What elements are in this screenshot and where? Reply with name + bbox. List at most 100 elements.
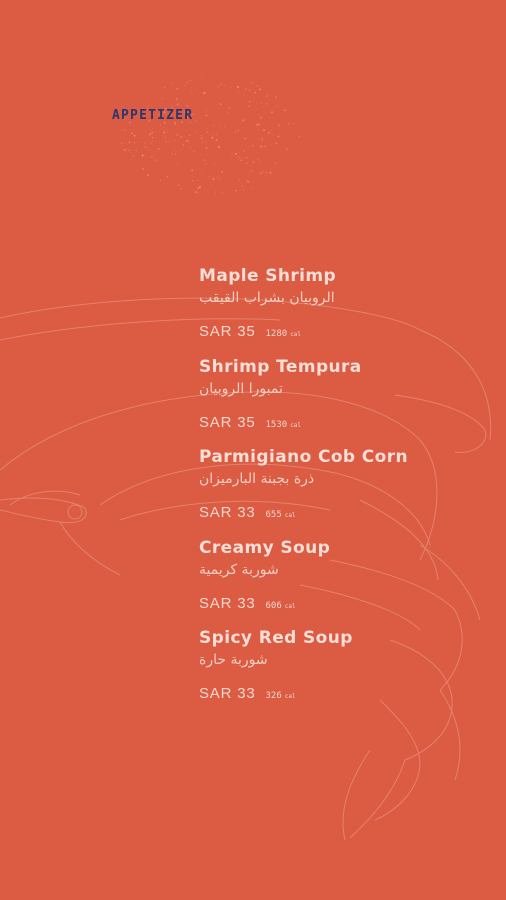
sparkle-dot (278, 124, 281, 127)
sparkle-dot (152, 139, 154, 141)
sparkle-dot (241, 185, 244, 187)
sparkle-dot (236, 85, 240, 88)
item-name-arabic: شوربة كريمية (199, 561, 279, 578)
sparkle-dot (125, 148, 127, 151)
sparkle-dot (284, 160, 286, 162)
sparkle-dot (252, 161, 255, 164)
menu-list: Maple Shrimp الروبيان بشراب القيقب SAR 3… (199, 265, 499, 718)
category-title: APPETIZER (112, 108, 194, 123)
sparkle-dot (149, 149, 151, 151)
sparkle-dot (256, 108, 258, 110)
sparkle-dot (234, 152, 237, 155)
sparkle-dot (194, 87, 196, 89)
item-price-row: SAR 35 1530 cal (199, 411, 499, 437)
sparkle-dot (219, 103, 222, 105)
sparkle-dot (135, 149, 137, 152)
sparkle-dot (259, 116, 262, 119)
item-price: SAR 35 (199, 323, 256, 340)
sparkle-dot (176, 133, 179, 136)
sparkle-dot (213, 163, 215, 166)
sparkle-dot (272, 123, 273, 125)
sparkle-dot (163, 127, 165, 129)
sparkle-dot (159, 124, 162, 126)
sparkle-dot (231, 154, 233, 156)
sparkle-dot (271, 111, 274, 114)
sparkle-dot (142, 167, 144, 170)
menu-item[interactable]: Spicy Red Soup شوربة حارة SAR 33 326 cal (199, 627, 499, 718)
sparkle-dot (256, 84, 258, 87)
sparkle-dot (191, 86, 193, 88)
sparkle-dot (248, 105, 250, 108)
sparkle-dot (128, 149, 130, 152)
sparkle-dot (159, 179, 162, 182)
sparkle-dot (285, 148, 288, 151)
sparkle-dot (200, 169, 202, 171)
sparkle-dot (163, 87, 165, 89)
sparkle-dot (249, 111, 251, 113)
menu-item[interactable]: Shrimp Tempura تمبورا الروبيان SAR 35 153… (199, 356, 499, 447)
menu-item[interactable]: Creamy Soup شوربة كريمية SAR 33 606 cal (199, 537, 499, 628)
sparkle-dot (198, 179, 200, 181)
sparkle-dot (260, 145, 262, 147)
menu-item[interactable]: Parmigiano Cob Corn ذرة بجبنة البارميزان… (199, 446, 499, 537)
sparkle-dot (186, 81, 189, 84)
sparkle-dot (167, 141, 169, 143)
sparkle-dot (200, 137, 203, 140)
sparkle-dot (242, 144, 244, 146)
sparkle-dot (238, 152, 240, 154)
sparkle-dot (210, 176, 212, 178)
sparkle-dot (205, 146, 208, 149)
sparkle-dot (221, 170, 224, 173)
sparkle-dot (245, 162, 248, 164)
sparkle-dot (217, 85, 219, 88)
item-name-arabic: الروبيان بشراب القيقب (199, 290, 335, 306)
sparkle-dot (188, 141, 190, 143)
sparkle-dot (265, 171, 268, 174)
calorie-unit: cal (290, 421, 302, 429)
sparkle-dot (238, 157, 241, 160)
sparkle-dot (253, 99, 255, 102)
sparkle-dot (137, 141, 139, 143)
sparkle-dot (258, 124, 261, 127)
sparkle-dot (151, 136, 154, 139)
sparkle-dot (275, 96, 278, 98)
sparkle-dot (275, 142, 278, 145)
sparkle-dot (261, 136, 264, 139)
sparkle-dot (142, 137, 144, 139)
sparkle-dot (292, 123, 294, 125)
sparkle-dot (202, 141, 204, 143)
sparkle-dot (239, 145, 241, 147)
sparkle-dot (141, 155, 144, 158)
item-price-row: SAR 33 655 cal (199, 501, 499, 527)
sparkle-dot (253, 137, 255, 138)
sparkle-dot (165, 140, 167, 143)
sparkle-dot (247, 146, 249, 148)
sparkle-dot (256, 123, 259, 126)
item-name-arabic: ذرة بجبنة البارميزان (199, 471, 315, 487)
item-name: Shrimp Tempura (199, 356, 362, 377)
sparkle-dot (218, 125, 220, 127)
sparkle-dot (186, 105, 189, 107)
item-name-arabic: شوربة حارة (199, 652, 268, 668)
sparkle-dot (147, 150, 148, 152)
calorie-unit: cal (284, 512, 296, 519)
sparkle-dot (190, 92, 192, 94)
sparkle-dot (250, 170, 253, 173)
sparkle-dot (298, 135, 300, 138)
sparkle-dot (217, 145, 221, 149)
menu-item[interactable]: Maple Shrimp الروبيان بشراب القيقب SAR 3… (199, 265, 499, 356)
sparkle-dot (190, 79, 192, 82)
sparkle-dot (277, 135, 280, 138)
sparkle-dot (260, 172, 262, 174)
sparkle-dot (169, 173, 171, 175)
sparkle-dot (233, 119, 235, 121)
item-price: SAR 33 (199, 504, 256, 521)
sparkle-dot (215, 190, 217, 193)
sparkle-dot (176, 87, 179, 90)
sparkle-dot (206, 127, 208, 129)
sparkle-dot (205, 130, 206, 132)
sparkle-dot (188, 134, 191, 137)
item-price: SAR 33 (199, 594, 256, 612)
sparkle-dot (215, 139, 218, 141)
sparkle-dot (248, 156, 250, 158)
